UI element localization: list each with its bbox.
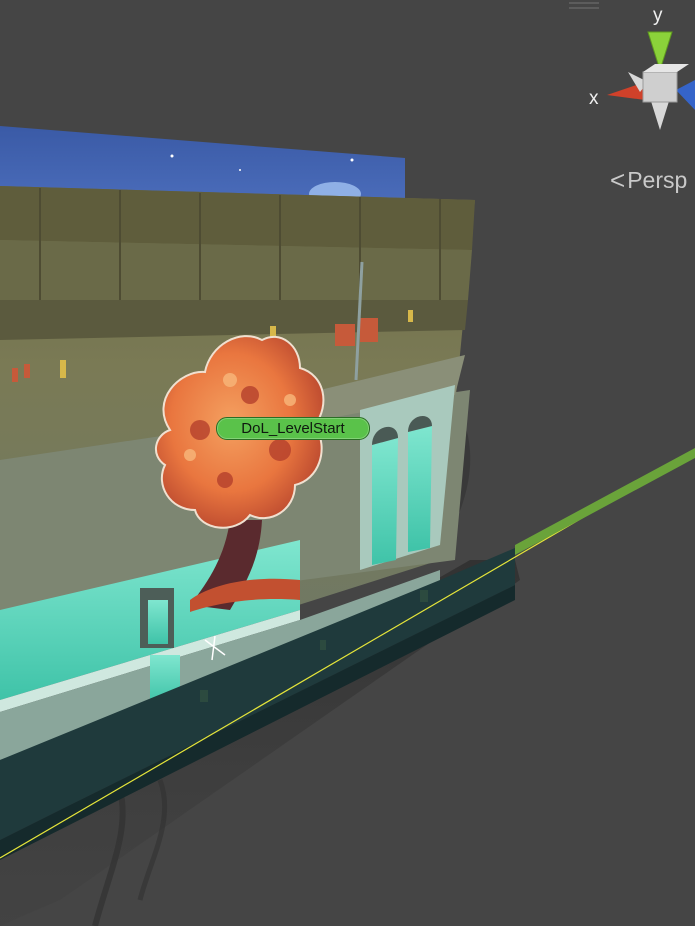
- ground-edge-strip: [515, 448, 695, 555]
- projection-label: Persp: [627, 166, 688, 193]
- chevron-left-icon: <: [610, 165, 626, 195]
- axis-y-label[interactable]: y: [653, 5, 663, 27]
- level-start-object-label[interactable]: DoL_LevelStart: [216, 417, 370, 440]
- scene-viewport[interactable]: [0, 0, 695, 926]
- axis-x-label[interactable]: x: [589, 88, 599, 110]
- projection-toggle-button[interactable]: < Persp: [610, 164, 695, 196]
- scene-menu-handle-icon[interactable]: [569, 2, 599, 10]
- orientation-gizmo-icon[interactable]: [607, 31, 695, 130]
